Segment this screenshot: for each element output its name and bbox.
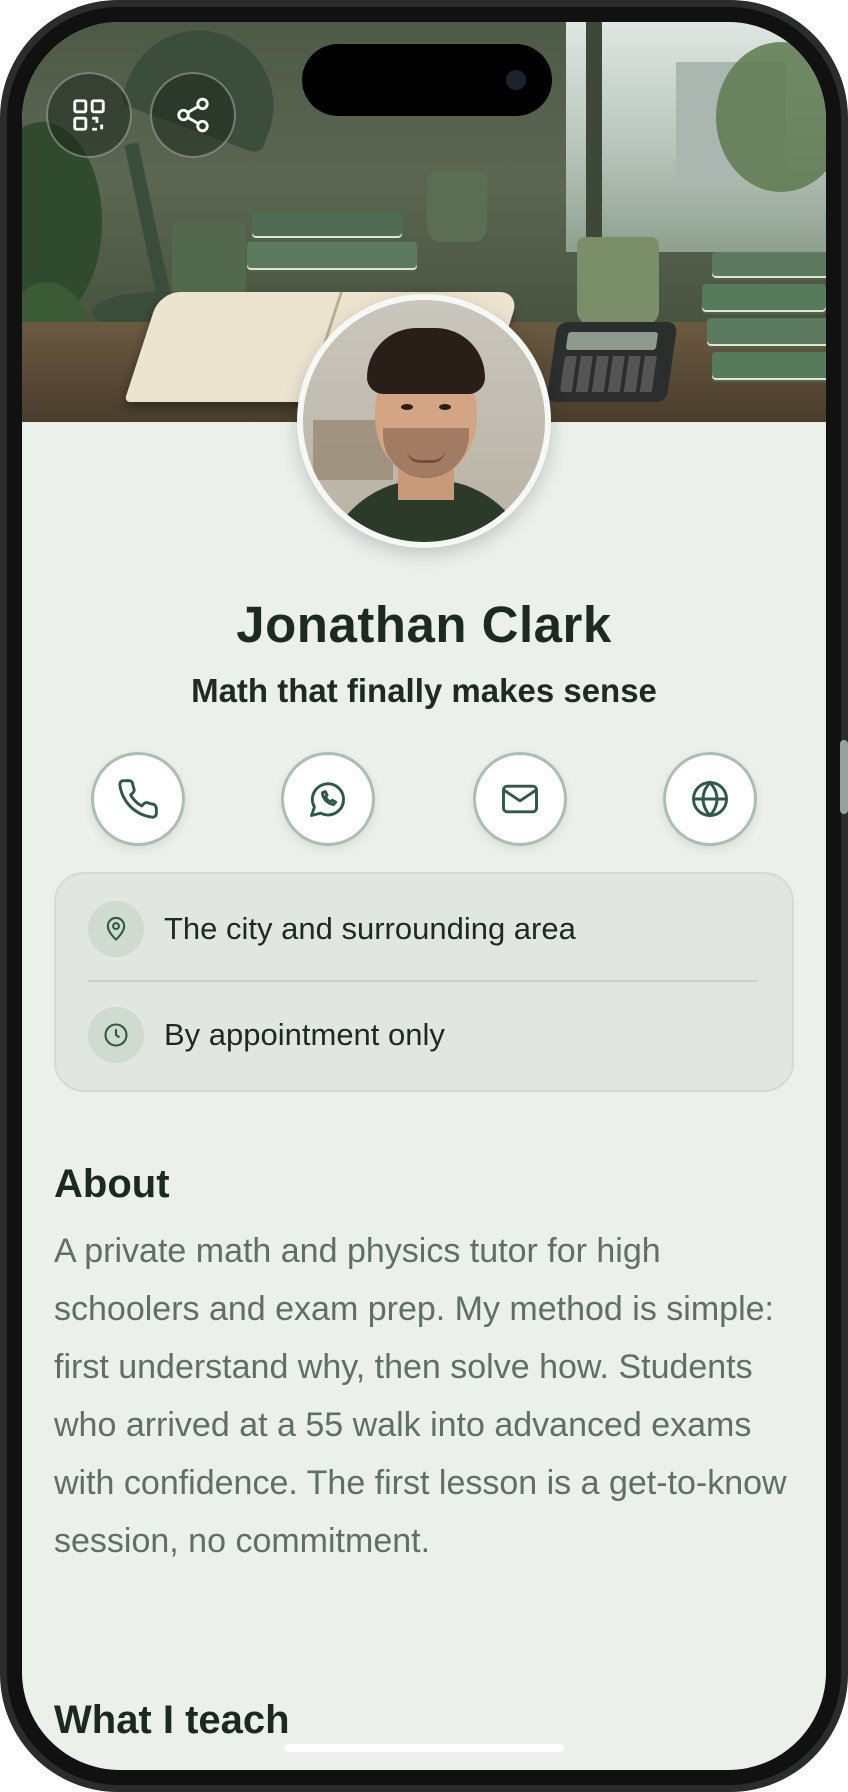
about-heading: About	[54, 1162, 170, 1206]
location-badge	[88, 901, 144, 957]
qr-code-icon	[73, 99, 105, 131]
calculator	[546, 322, 678, 402]
website-button[interactable]	[663, 752, 757, 846]
email-button[interactable]	[473, 752, 567, 846]
info-divider	[88, 980, 758, 982]
what-i-teach-heading: What I teach	[54, 1698, 290, 1742]
location-text: The city and surrounding area	[164, 911, 576, 946]
whatsapp-button[interactable]	[281, 752, 375, 846]
phone-frame: Jonathan Clark Math that finally makes s…	[0, 0, 848, 1792]
side-button	[840, 740, 848, 814]
camera-icon	[506, 70, 526, 90]
map-pin-icon	[106, 916, 126, 941]
share-icon	[177, 97, 209, 133]
globe-icon	[692, 780, 728, 818]
avatar-photo	[303, 300, 545, 542]
screen: Jonathan Clark Math that finally makes s…	[22, 22, 826, 1770]
profile-tagline: Math that finally makes sense	[191, 672, 657, 709]
hours-row: By appointment only	[88, 1006, 758, 1064]
clock-icon	[104, 1023, 128, 1047]
share-button[interactable]	[150, 72, 236, 158]
whatsapp-icon	[310, 782, 346, 817]
profile-name: Jonathan Clark	[236, 596, 612, 653]
info-card: The city and surrounding area By appoint…	[54, 872, 794, 1092]
home-indicator[interactable]	[284, 1744, 564, 1752]
avatar	[297, 294, 551, 548]
hours-badge	[88, 1007, 144, 1063]
phone-icon	[118, 779, 158, 819]
dynamic-island	[302, 44, 552, 116]
call-button[interactable]	[91, 752, 185, 846]
hours-text: By appointment only	[164, 1017, 445, 1052]
mail-icon	[502, 784, 538, 814]
cover-window	[566, 22, 826, 252]
qr-code-button[interactable]	[46, 72, 132, 158]
location-row: The city and surrounding area	[88, 900, 758, 958]
about-text: A private math and physics tutor for hig…	[54, 1232, 787, 1560]
